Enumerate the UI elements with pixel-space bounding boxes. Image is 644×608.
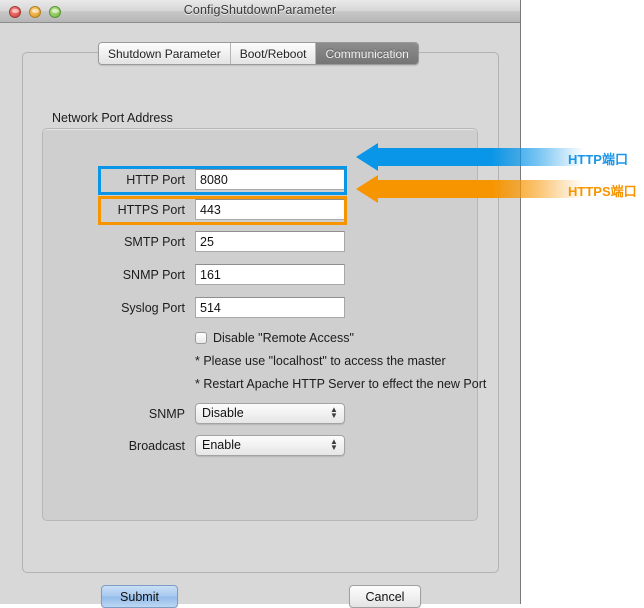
chevron-updown-icon: ▲▼ xyxy=(330,407,337,420)
http-port-input[interactable] xyxy=(195,169,345,190)
cancel-button[interactable]: Cancel xyxy=(349,585,421,608)
submit-button[interactable]: Submit xyxy=(101,585,178,608)
chevron-updown-icon: ▲▼ xyxy=(330,439,337,452)
tab-shutdown-parameter[interactable]: Shutdown Parameter xyxy=(99,43,231,64)
smtp-port-input[interactable] xyxy=(195,231,345,252)
tab-bar: Shutdown Parameter Boot/Reboot Communica… xyxy=(98,42,419,65)
tab-boot-reboot[interactable]: Boot/Reboot xyxy=(231,43,317,64)
group-box-label: Network Port Address xyxy=(52,111,173,125)
snmp-port-input[interactable] xyxy=(195,264,345,285)
field-row-snmp-select: SNMP Disable ▲▼ xyxy=(0,403,520,425)
disable-remote-access-label: Disable "Remote Access" xyxy=(213,331,354,345)
broadcast-select-label: Broadcast xyxy=(0,435,185,457)
arrow-head-left-icon xyxy=(356,175,378,203)
title-bar: ConfigShutdownParameter xyxy=(0,0,520,23)
broadcast-select[interactable]: Enable ▲▼ xyxy=(195,435,345,456)
field-row-snmp-port: SNMP Port xyxy=(0,264,520,286)
note-localhost: * Please use "localhost" to access the m… xyxy=(195,354,446,368)
https-port-label: HTTPS Port xyxy=(0,199,185,221)
disable-remote-access-row[interactable]: Disable "Remote Access" xyxy=(195,331,354,345)
field-row-syslog-port: Syslog Port xyxy=(0,297,520,319)
broadcast-select-value: Enable xyxy=(202,436,241,455)
snmp-select[interactable]: Disable ▲▼ xyxy=(195,403,345,424)
field-row-smtp-port: SMTP Port xyxy=(0,231,520,253)
disable-remote-access-checkbox[interactable] xyxy=(195,332,207,344)
arrow-head-left-icon xyxy=(356,143,378,171)
syslog-port-input[interactable] xyxy=(195,297,345,318)
smtp-port-label: SMTP Port xyxy=(0,231,185,253)
https-port-input[interactable] xyxy=(195,199,345,220)
http-port-label: HTTP Port xyxy=(0,169,185,191)
snmp-select-value: Disable xyxy=(202,404,244,423)
syslog-port-label: Syslog Port xyxy=(0,297,185,319)
field-row-broadcast-select: Broadcast Enable ▲▼ xyxy=(0,435,520,457)
arrow-shaft xyxy=(378,180,584,198)
http-port-annotation-arrow xyxy=(356,148,584,166)
arrow-shaft xyxy=(378,148,584,166)
tab-communication[interactable]: Communication xyxy=(316,43,417,64)
https-port-annotation-label: HTTPS端口 xyxy=(568,181,637,200)
window-content: Shutdown Parameter Boot/Reboot Communica… xyxy=(0,23,520,604)
http-port-annotation-label: HTTP端口 xyxy=(568,149,628,168)
snmp-select-label: SNMP xyxy=(0,403,185,425)
https-port-annotation-arrow xyxy=(356,180,584,198)
snmp-port-label: SNMP Port xyxy=(0,264,185,286)
application-window: ConfigShutdownParameter Shutdown Paramet… xyxy=(0,0,521,604)
window-title: ConfigShutdownParameter xyxy=(0,3,520,17)
field-row-https-port: HTTPS Port xyxy=(0,199,520,221)
note-restart-apache: * Restart Apache HTTP Server to effect t… xyxy=(195,377,486,391)
